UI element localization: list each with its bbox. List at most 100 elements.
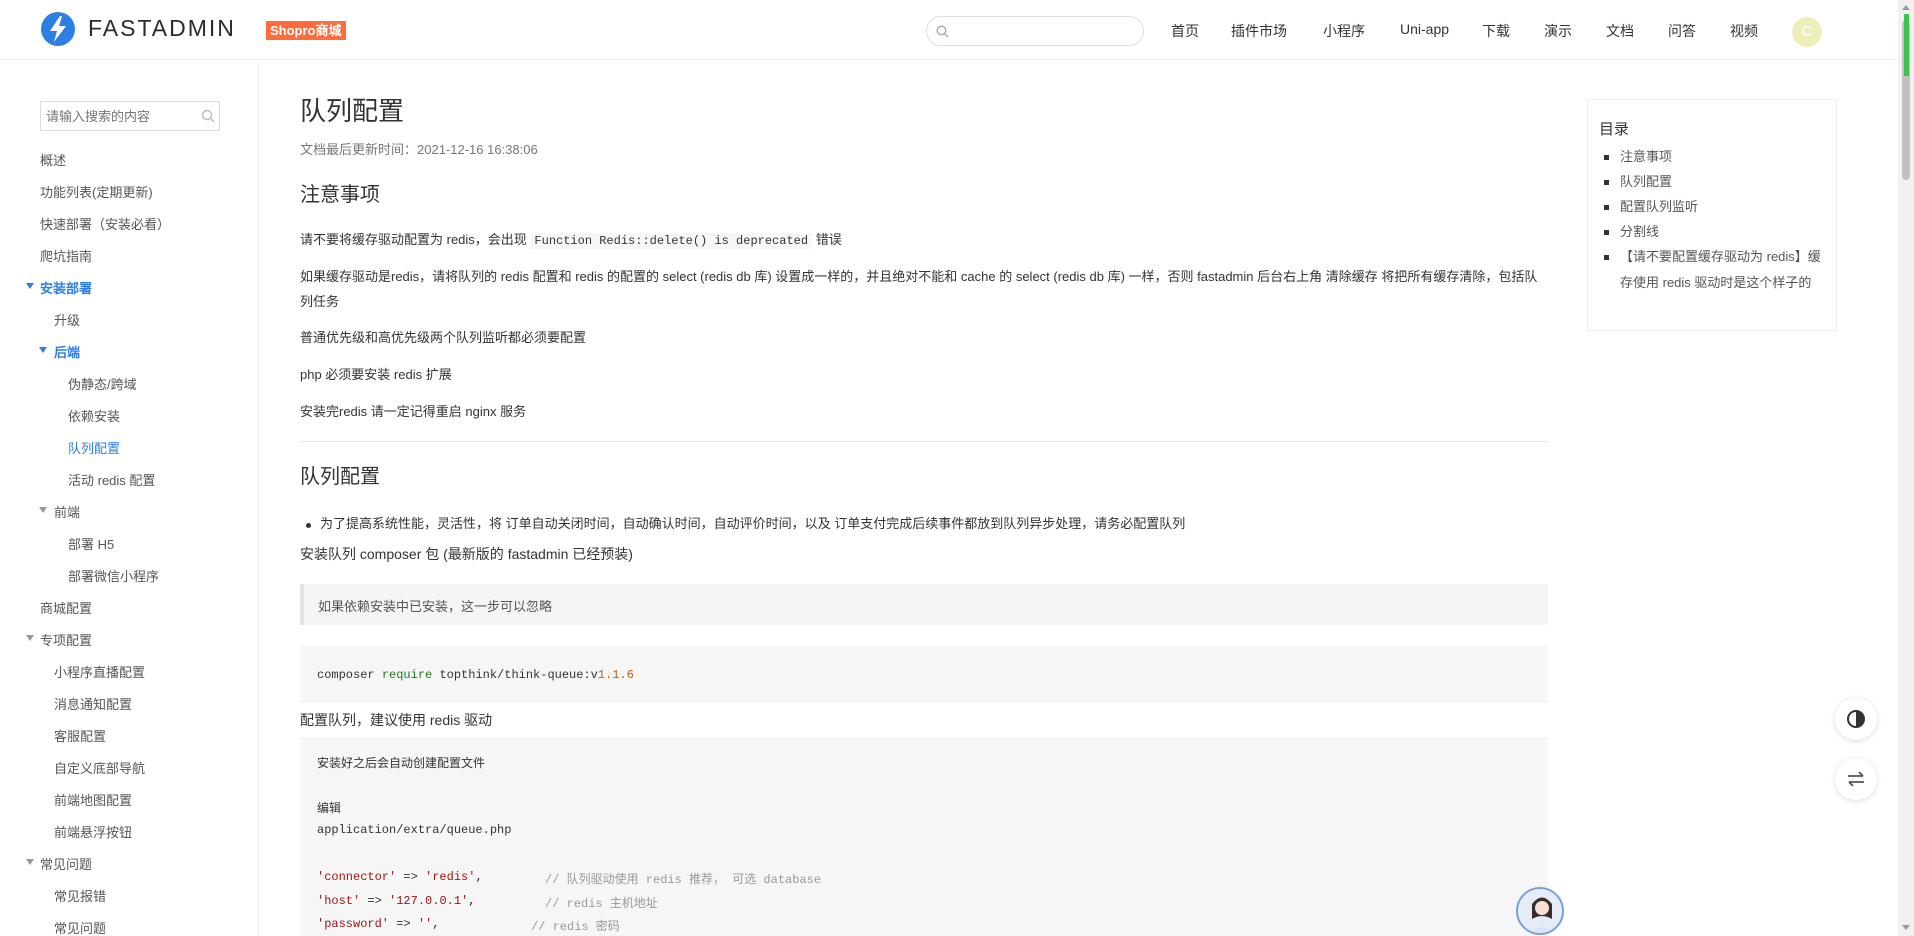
sidebar-item-faq[interactable]: 常见问题 [40,854,92,873]
sidebar-item-float-btn[interactable]: 前端悬浮按钮 [54,822,132,841]
inline-code: Function Redis::delete() is deprecated [530,233,813,249]
toc-bullet [1604,205,1609,210]
code-string: 'redis' [425,870,476,884]
code-token: composer [317,668,375,682]
theme-toggle-button[interactable] [1835,698,1877,740]
paragraph: 请不要将缓存驱动配置为 redis，会出现 Function Redis::de… [300,227,1548,254]
search-icon[interactable] [201,109,215,123]
section-heading-queue: 队列配置 [300,466,380,488]
paragraph: 安装完redis 请一定记得重启 nginx 服务 [300,404,527,419]
paragraph-text: 错误 [815,232,842,247]
toc-bullet [1604,255,1609,260]
sidebar-item-features[interactable]: 功能列表(定期更新) [40,182,153,201]
sidebar-item-faq-sub[interactable]: 常见问题 [54,918,106,936]
nav-docs[interactable]: 文档 [1606,21,1634,41]
last-updated: 文档最后更新时间：2021-12-16 16:38:06 [300,142,538,157]
sidebar-item-bottom-nav[interactable]: 自定义底部导航 [54,758,145,777]
code-comment: // redis 主机地址 [545,897,658,911]
code-token: => [389,917,418,931]
nav-home[interactable]: 首页 [1171,21,1199,41]
nav-download[interactable]: 下载 [1482,21,1510,41]
sidebar-item-install[interactable]: 安装部署 [40,278,92,297]
code-block-composer: composer require topthink/think-queue:v1… [300,646,1548,703]
top-search-box[interactable] [926,16,1144,46]
logo-bolt-icon[interactable] [40,11,76,47]
code-string: 'password' [317,917,390,931]
paragraph: 如果缓存驱动是redis，请将队列的 redis 配置和 redis 的配置的 … [300,269,1538,309]
expand-arrow-icon[interactable] [39,507,47,513]
sidebar-item-mall-config[interactable]: 商城配置 [40,598,92,617]
code-token: => [396,870,426,884]
read-progress-indicator [1904,14,1909,76]
nav-video[interactable]: 视频 [1730,21,1758,41]
nav-miniprogram[interactable]: 小程序 [1323,21,1365,41]
sidebar-item-frontend[interactable]: 前端 [54,502,80,521]
code-string: '127.0.0.1' [389,894,469,908]
top-search-input[interactable] [955,21,1135,41]
sidebar-search-box[interactable] [40,101,220,131]
sidebar-item-map[interactable]: 前端地图配置 [54,790,132,809]
code-line: 'password' => '', [317,917,439,931]
sidebar-item-notify[interactable]: 消息通知配置 [54,694,132,713]
search-icon [936,25,949,38]
toc-item[interactable]: 注意事项 [1620,144,1830,170]
sidebar-item-service[interactable]: 客服配置 [54,726,106,745]
sidebar-search-input[interactable] [46,107,196,125]
sidebar-item-redis[interactable]: 活动 redis 配置 [68,470,155,489]
top-header: FASTADMIN Shopro商城 首页 插件市场 小程序 Uni-app 下… [0,0,1898,60]
code-line: composer require topthink/think-queue:v1… [317,668,634,682]
expand-arrow-icon[interactable] [26,859,34,865]
bullet-item: 为了提高系统性能，灵活性，将 订单自动关闭时间，自动确认时间，自动评价时间，以及… [320,516,1186,531]
code-line: 编辑 [317,802,342,816]
code-comment: // redis 密码 [531,920,620,934]
support-chat-avatar[interactable] [1516,887,1564,935]
sidebar-item-live[interactable]: 小程序直播配置 [54,662,145,681]
switch-button[interactable] [1835,758,1877,800]
toc-bullet [1604,230,1609,235]
sidebar-item-h5[interactable]: 部署 H5 [68,534,114,553]
code-string: 'connector' [317,870,397,884]
expand-arrow-icon[interactable] [26,635,34,641]
nav-uniapp[interactable]: Uni-app [1400,21,1449,37]
toc-item[interactable]: 分割线 [1620,219,1830,245]
nav-demo[interactable]: 演示 [1544,21,1572,41]
sidebar-item-quick-deploy[interactable]: 快速部署（安装必看） [40,214,170,233]
sidebar-item-overview[interactable]: 概述 [40,150,66,169]
code-token: topthink/think-queue:v [439,668,598,682]
toc-item[interactable]: 【请不要配置缓存驱动为 redis】缓存使用 redis 驱动时是这个样子的 [1620,244,1830,296]
code-string: '' [417,917,433,931]
code-token: , [468,894,476,908]
code-token: , [432,917,440,931]
code-line: 安装好之后会自动创建配置文件 [317,757,486,771]
nav-qa[interactable]: 问答 [1668,21,1696,41]
toc-item[interactable]: 配置队列监听 [1620,194,1830,220]
sidebar-item-upgrade[interactable]: 升级 [54,310,80,329]
expand-arrow-icon[interactable] [26,283,34,289]
sidebar-item-wechat-mp[interactable]: 部署微信小程序 [68,566,159,585]
expand-arrow-icon[interactable] [39,347,47,353]
contrast-icon [1847,710,1865,728]
sidebar-item-backend[interactable]: 后端 [54,342,80,361]
sidebar-item-rewrite[interactable]: 伪静态/跨域 [68,374,137,393]
page-scrollbar[interactable] [1898,0,1914,936]
paragraph: 配置队列，建议使用 redis 驱动 [300,712,493,728]
scroll-up-arrow-icon[interactable] [1902,5,1910,10]
paragraph: php 必须要安装 redis 扩展 [300,367,452,382]
toc-item[interactable]: 队列配置 [1620,169,1830,195]
code-line: 'host' => '127.0.0.1', [317,894,475,908]
sidebar-item-deps[interactable]: 依赖安装 [68,406,120,425]
code-line: application/extra/queue.php [317,823,512,837]
code-block-config: 安装好之后会自动创建配置文件 编辑 application/extra/queu… [300,737,1548,936]
paragraph: 普通优先级和高优先级两个队列监听都必须要配置 [300,330,587,345]
code-keyword: require [381,668,433,682]
nav-plugin-market[interactable]: 插件市场 [1231,21,1287,41]
shopro-badge[interactable]: Shopro商城 [266,21,346,40]
logo-text[interactable]: FASTADMIN [88,15,236,42]
user-avatar[interactable]: C [1792,17,1822,47]
sidebar-item-special-config[interactable]: 专项配置 [40,630,92,649]
sidebar-item-errors[interactable]: 常见报错 [54,886,106,905]
code-token: => [360,894,390,908]
scroll-down-arrow-icon[interactable] [1902,925,1910,930]
sidebar-item-pitfalls[interactable]: 爬坑指南 [40,246,92,265]
sidebar-item-queue[interactable]: 队列配置 [68,438,120,457]
